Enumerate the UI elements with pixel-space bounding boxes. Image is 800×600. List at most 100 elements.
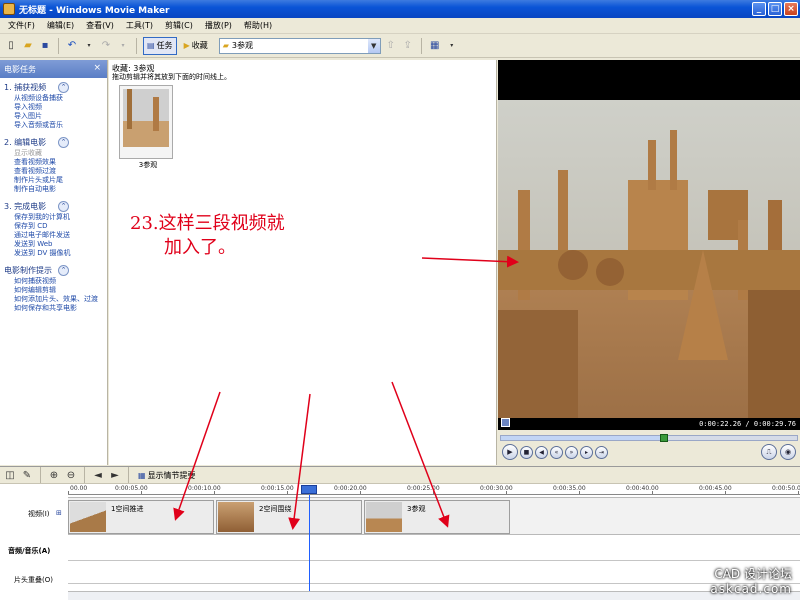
zoom-in-icon[interactable]: ⊕ — [47, 468, 61, 482]
clip-label: 3参观 — [138, 161, 158, 169]
task-link[interactable]: 查看视频过渡 — [14, 167, 107, 176]
timeline-scrollbar[interactable] — [68, 591, 800, 600]
undo-icon[interactable]: ↶ — [65, 39, 79, 53]
task-link[interactable]: 导入音频或音乐 — [14, 121, 107, 130]
new-collection-icon[interactable]: ⇪ — [401, 39, 415, 53]
play-timeline-icon[interactable]: ► — [108, 468, 122, 482]
redo-icon[interactable]: ↷ — [99, 39, 113, 53]
ruler-tick-label: 00.00 — [70, 485, 88, 492]
playhead-handle[interactable] — [300, 485, 317, 494]
collapse-chevron-icon[interactable]: ⌃ — [58, 200, 69, 212]
menu-tools[interactable]: 工具(T) — [126, 20, 153, 31]
collapse-chevron-icon[interactable]: ⌃ — [58, 264, 69, 276]
task-link[interactable]: 查看视频效果 — [14, 158, 107, 167]
next-frame-icon[interactable]: ▸ — [580, 445, 593, 459]
video-screen[interactable]: 0:00:22.26 / 0:00:29.76 — [498, 60, 800, 430]
task-section-title: 2. 编辑电影 — [4, 137, 47, 147]
task-section-header[interactable]: 2. 编辑电影 ⌃ — [4, 135, 107, 149]
menu-clip[interactable]: 剪辑(C) — [165, 20, 193, 31]
views-icon[interactable]: ▦ — [428, 39, 442, 53]
task-link[interactable]: 从视频设备捕获 — [14, 94, 107, 103]
maximize-button[interactable]: □ — [768, 2, 782, 16]
snapshot-icon[interactable]: ◉ — [780, 444, 796, 460]
stop-icon[interactable]: ■ — [520, 445, 533, 459]
menu-file[interactable]: 文件(F) — [8, 20, 35, 31]
previous-frame-icon[interactable]: ◀ — [535, 445, 548, 459]
rewind-timeline-icon[interactable]: ◄ — [91, 468, 105, 482]
aspect-ratio-icon[interactable] — [501, 418, 510, 427]
toolbar-divider — [84, 467, 85, 483]
video-track[interactable]: 1空间推进 2空间围绕 3参观 — [68, 497, 800, 535]
expand-track-icon[interactable]: ⊞ — [56, 509, 62, 517]
task-link[interactable]: 制作片头或片尾 — [14, 176, 107, 185]
collapse-chevron-icon[interactable]: ⌃ — [58, 136, 69, 148]
close-button[interactable]: × — [784, 2, 798, 16]
timeline-clip[interactable]: 2空间围绕 — [216, 500, 362, 534]
save-project-icon[interactable]: ▪ — [38, 39, 52, 53]
tasks-pane-header: 电影任务 × — [0, 60, 107, 78]
folder-icon: ▰ — [222, 41, 229, 50]
close-icon[interactable]: × — [93, 63, 101, 73]
clip-thumbnail[interactable] — [119, 85, 173, 159]
show-storyboard-button[interactable]: ▦ 显示情节提要 — [138, 470, 196, 481]
timeline-clip[interactable]: 1空间推进 — [68, 500, 214, 534]
end-icon[interactable]: ⇥ — [595, 445, 608, 459]
task-link[interactable]: 保存到 CD — [14, 222, 107, 231]
chevron-down-icon[interactable]: ▼ — [367, 38, 380, 53]
task-section-header[interactable]: 1. 捕获视频 ⌃ — [4, 80, 107, 94]
collections-button[interactable]: ▶ 收藏 — [180, 37, 212, 55]
task-link[interactable]: 保存到我的计算机 — [14, 213, 107, 222]
seek-bar[interactable] — [500, 434, 798, 442]
open-project-icon[interactable]: ▰ — [21, 39, 35, 53]
redo-dropdown-icon[interactable]: ▾ — [116, 39, 130, 53]
task-link[interactable]: 如何捕获视频 — [14, 277, 107, 286]
task-link[interactable]: 导入视频 — [14, 103, 107, 112]
zoom-out-icon[interactable]: ⊖ — [64, 468, 78, 482]
menu-edit[interactable]: 编辑(E) — [47, 20, 74, 31]
task-link[interactable]: 如何添加片头、效果、过渡 — [14, 295, 107, 304]
narrate-icon[interactable]: ✎ — [20, 468, 34, 482]
task-section-2: 2. 编辑电影 ⌃ 显示收藏 查看视频效果 查看视频过渡 制作片头或片尾 制作自动电影 — [0, 133, 107, 197]
rewind-icon[interactable]: « — [550, 445, 563, 459]
task-link[interactable]: 如何编辑剪辑 — [14, 286, 107, 295]
task-link[interactable]: 制作自动电影 — [14, 185, 107, 194]
task-link[interactable]: 如何保存和共享电影 — [14, 304, 107, 313]
toolbar-divider — [136, 37, 137, 54]
views-dropdown-icon[interactable]: ▾ — [445, 39, 459, 53]
collection-dropdown[interactable]: ▰ 3参观 ▼ — [218, 37, 381, 54]
play-icon[interactable]: ▶ — [502, 444, 518, 460]
collapse-chevron-icon[interactable]: ⌃ — [58, 81, 69, 93]
task-section-header[interactable]: 3. 完成电影 ⌃ — [4, 199, 107, 213]
title-overlay-track[interactable] — [68, 562, 800, 584]
timeline-clip-name: 1空间推进 — [111, 505, 144, 513]
movie-tasks-pane: 电影任务 × 1. 捕获视频 ⌃ 从视频设备捕获 导入视频 导入图片 导入音频或音乐 2. … — [0, 60, 108, 465]
audio-track[interactable] — [68, 537, 800, 561]
menu-view[interactable]: 查看(V) — [86, 20, 114, 31]
forward-icon[interactable]: » — [565, 445, 578, 459]
task-link[interactable]: 通过电子邮件发送 — [14, 231, 107, 240]
task-section-3: 3. 完成电影 ⌃ 保存到我的计算机 保存到 CD 通过电子邮件发送 发送到 Web 发送到… — [0, 197, 107, 261]
task-link[interactable]: 发送到 Web — [14, 240, 107, 249]
task-link[interactable]: 发送到 DV 摄像机 — [14, 249, 107, 258]
task-section-header[interactable]: 电影制作提示 ⌃ — [4, 263, 107, 277]
movie-maker-app-icon[interactable] — [3, 3, 15, 15]
timeline-clip[interactable]: 3参观 — [364, 500, 510, 534]
playhead-line — [308, 495, 310, 595]
menu-help[interactable]: 帮助(H) — [244, 20, 272, 31]
set-audio-levels-icon[interactable]: ◫ — [3, 468, 17, 482]
undo-dropdown-icon[interactable]: ▾ — [82, 39, 96, 53]
seek-bar-thumb[interactable] — [659, 434, 668, 442]
timeline-ruler[interactable]: 00.00 0:00:05.00 0:00:10.00 0:00:15.00 0:00:… — [68, 485, 800, 495]
clip-thumbnail-image — [123, 89, 169, 147]
playback-controls: ▶ ■ ◀ « » ▸ ⇥ — [502, 444, 608, 460]
timeline-clip-thumbnail — [218, 502, 254, 532]
menu-play[interactable]: 播放(P) — [205, 20, 232, 31]
up-level-icon[interactable]: ⇧ — [384, 39, 398, 53]
split-clip-icon[interactable]: ⎍ — [761, 444, 777, 460]
minimize-button[interactable]: _ — [752, 2, 766, 16]
overlay-track-label: 片头重叠(O) — [14, 576, 53, 584]
tasks-button[interactable]: ▤ 任务 — [143, 36, 177, 55]
task-link[interactable]: 导入图片 — [14, 112, 107, 121]
ruler-tick-mark — [287, 491, 288, 494]
new-project-icon[interactable]: ▯ — [4, 39, 18, 53]
